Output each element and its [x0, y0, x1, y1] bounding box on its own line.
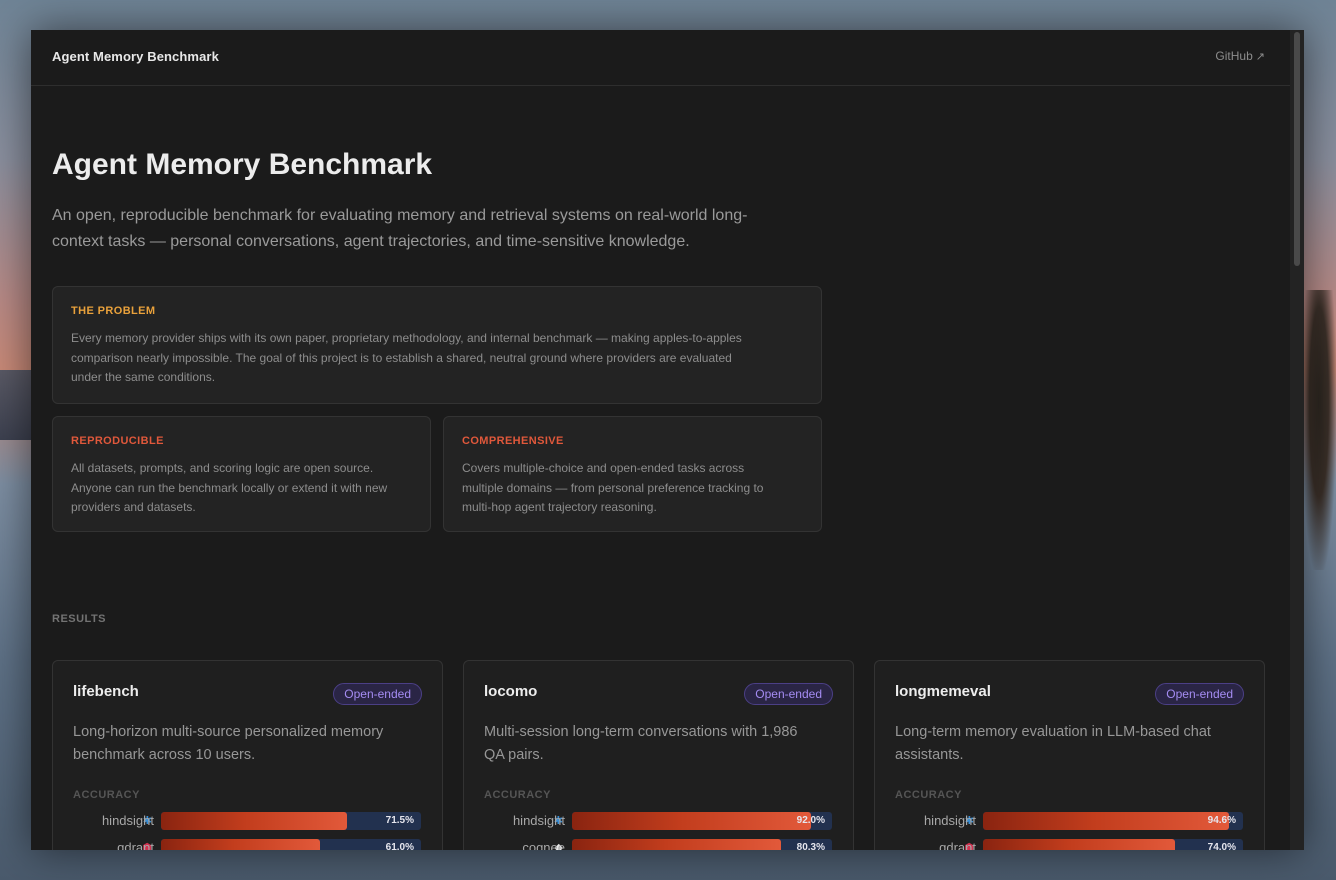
- score-value: 94.6%: [1207, 815, 1236, 826]
- score-bar-fill: [161, 812, 347, 830]
- reproducible-line-1: All datasets, prompts, and scoring logic…: [71, 461, 374, 475]
- provider-name: hindsight: [923, 813, 976, 828]
- comprehensive-body: Covers multiple-choice and open-ended ta…: [462, 459, 763, 518]
- score-row: ✱ hindsight 94.6%: [895, 811, 1244, 831]
- reproducible-card: REPRODUCIBLE All datasets, prompts, and …: [52, 416, 431, 532]
- comprehensive-line-2: multiple domains — from personal prefere…: [462, 480, 764, 495]
- score-bar-fill: [161, 839, 320, 850]
- score-bar-fill: [983, 839, 1176, 850]
- score-value: 61.0%: [385, 842, 414, 850]
- accuracy-label: ACCURACY: [484, 789, 551, 801]
- provider-name: hindsight: [101, 813, 154, 828]
- background-rock: [0, 370, 32, 440]
- comprehensive-line-1: Covers multiple-choice and open-ended ta…: [462, 461, 745, 475]
- benchmark-name: locomo: [484, 683, 538, 700]
- score-value: 92.0%: [796, 815, 825, 826]
- desc-line-2: QA pairs.: [484, 747, 544, 763]
- comprehensive-title: COMPREHENSIVE: [462, 435, 564, 447]
- desc-line-1: Long-term memory evaluation in LLM-based…: [895, 724, 1211, 740]
- browser-window: Agent Memory Benchmark GitHub ↗ Agent Mem…: [31, 30, 1304, 850]
- benchmark-name: longmemeval: [895, 683, 991, 700]
- score-bar-fill: [983, 812, 1229, 830]
- problem-title: THE PROBLEM: [71, 305, 156, 317]
- top-navbar: Agent Memory Benchmark GitHub ↗: [31, 30, 1290, 86]
- problem-body: Every memory provider ships with its own…: [71, 329, 742, 388]
- reproducible-body: All datasets, prompts, and scoring logic…: [71, 459, 387, 518]
- problem-line-3: under the same conditions.: [71, 370, 216, 384]
- score-row: ◆ cognee 80.3%: [484, 838, 833, 850]
- external-link-icon: ↗: [1255, 51, 1265, 63]
- scrollbar-thumb[interactable]: [1294, 32, 1300, 266]
- desc-line-1: Long-horizon multi-source personalized m…: [73, 724, 384, 740]
- score-value: 80.3%: [796, 842, 825, 850]
- subtitle-line-2: context tasks — personal conversations, …: [52, 233, 690, 250]
- provider-name: cognee: [522, 840, 565, 850]
- reproducible-line-3: providers and datasets.: [71, 500, 196, 514]
- desc-line-1: Multi-session long-term conversations wi…: [484, 724, 798, 740]
- scrollbar[interactable]: [1290, 30, 1304, 850]
- result-card-lifebench[interactable]: lifebench Open-ended Long-horizon multi-…: [52, 660, 443, 850]
- score-bar: 71.5%: [161, 812, 421, 830]
- score-row: ✱ hindsight 71.5%: [73, 811, 422, 831]
- results-section-label: RESULTS: [52, 613, 107, 625]
- score-row: ⬢ qdrant 74.0%: [895, 838, 1244, 850]
- score-row: ⬢ qdrant 61.0%: [73, 838, 422, 850]
- background-tree: [1302, 290, 1336, 570]
- score-value: 71.5%: [385, 815, 414, 826]
- benchmark-name: lifebench: [73, 683, 139, 700]
- accuracy-label: ACCURACY: [73, 789, 140, 801]
- comprehensive-line-3: multi-hop agent trajectory reasoning.: [462, 500, 657, 514]
- result-card-locomo[interactable]: locomo Open-ended Multi-session long-ter…: [463, 660, 854, 850]
- reproducible-line-2: Anyone can run the benchmark locally or …: [71, 480, 388, 495]
- brand-link[interactable]: Agent Memory Benchmark: [52, 49, 219, 64]
- task-type-badge: Open-ended: [744, 683, 833, 705]
- problem-line-1: Every memory provider ships with its own…: [71, 331, 742, 345]
- page-subtitle: An open, reproducible benchmark for eval…: [52, 203, 822, 255]
- reproducible-title: REPRODUCIBLE: [71, 435, 164, 447]
- benchmark-description: Long-term memory evaluation in LLM-based…: [895, 721, 1245, 767]
- score-bar: 74.0%: [983, 839, 1243, 850]
- github-link[interactable]: GitHub ↗: [1215, 49, 1265, 63]
- benchmark-description: Multi-session long-term conversations wi…: [484, 721, 834, 767]
- subtitle-line-1: An open, reproducible benchmark for eval…: [52, 207, 748, 224]
- score-bar: 94.6%: [983, 812, 1243, 830]
- page-title: Agent Memory Benchmark: [52, 148, 433, 181]
- score-bar: 80.3%: [572, 839, 832, 850]
- score-value: 74.0%: [1207, 842, 1236, 850]
- problem-card: THE PROBLEM Every memory provider ships …: [52, 286, 822, 404]
- desc-line-2: benchmark across 10 users.: [73, 747, 256, 763]
- provider-name: qdrant: [117, 840, 154, 850]
- score-bar-fill: [572, 839, 781, 850]
- task-type-badge: Open-ended: [1155, 683, 1244, 705]
- score-row: ✱ hindsight 92.0%: [484, 811, 833, 831]
- result-card-longmemeval[interactable]: longmemeval Open-ended Long-term memory …: [874, 660, 1265, 850]
- provider-name: hindsight: [512, 813, 565, 828]
- problem-line-2: comparison nearly impossible. The goal o…: [71, 350, 732, 365]
- task-type-badge: Open-ended: [333, 683, 422, 705]
- desc-line-2: assistants.: [895, 747, 964, 763]
- benchmark-description: Long-horizon multi-source personalized m…: [73, 721, 423, 767]
- comprehensive-card: COMPREHENSIVE Covers multiple-choice and…: [443, 416, 822, 532]
- github-label: GitHub: [1215, 49, 1253, 63]
- provider-name: qdrant: [939, 840, 976, 850]
- score-bar: 61.0%: [161, 839, 421, 850]
- score-bar: 92.0%: [572, 812, 832, 830]
- score-bar-fill: [572, 812, 812, 830]
- accuracy-label: ACCURACY: [895, 789, 962, 801]
